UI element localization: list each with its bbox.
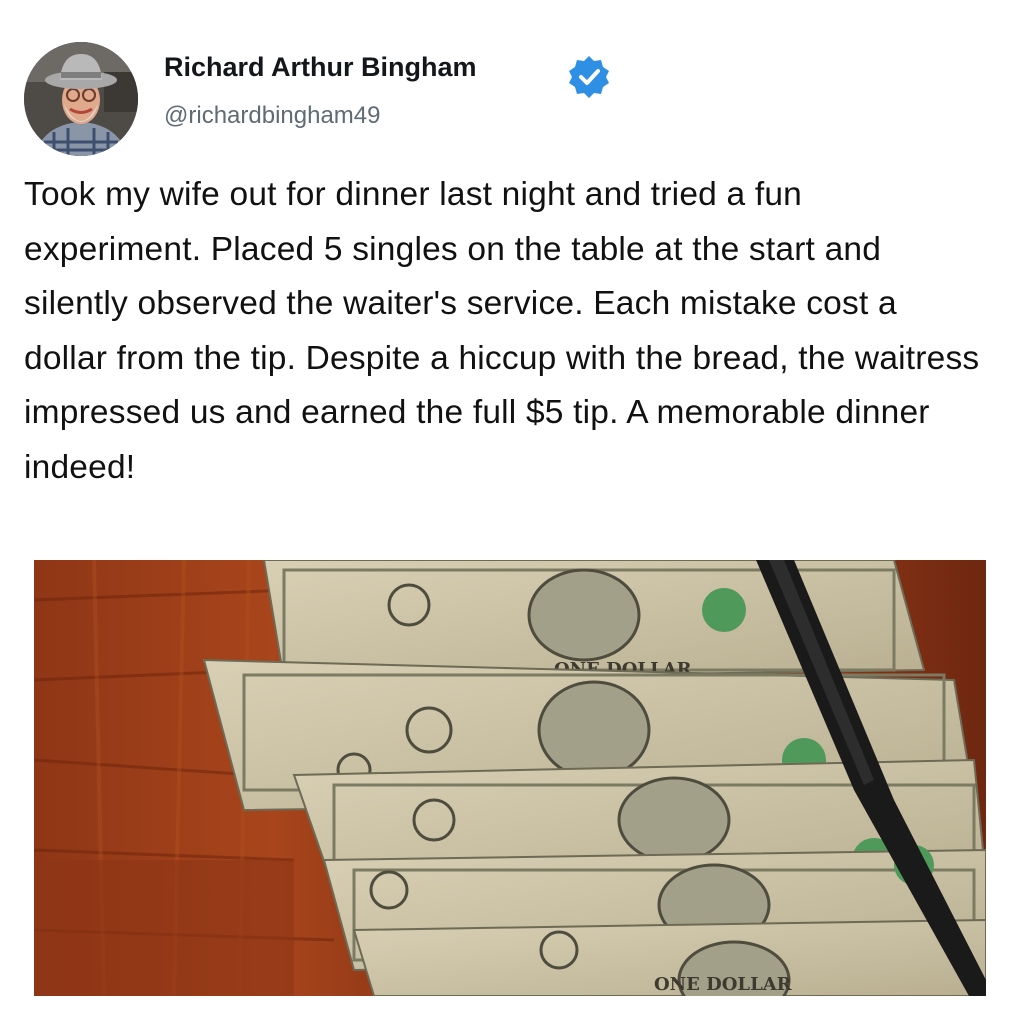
author-handle[interactable]: @richardbingham49 bbox=[164, 102, 380, 130]
tweet-text: Took my wife out for dinner last night a… bbox=[24, 176, 980, 486]
dollar-bills-image: ONE DOLLAR ONE DOLLAR ONE DOLLAR bbox=[34, 560, 986, 996]
author-name[interactable]: Richard Arthur Bingham bbox=[164, 52, 477, 83]
verified-check-icon bbox=[566, 54, 612, 100]
avatar[interactable] bbox=[24, 42, 138, 156]
svg-text:ONE DOLLAR: ONE DOLLAR bbox=[654, 974, 793, 995]
tweet-header: Richard Arthur Bingham @richardbingham49 bbox=[24, 42, 1000, 162]
tweet-photo[interactable]: ONE DOLLAR ONE DOLLAR ONE DOLLAR bbox=[34, 560, 986, 996]
avatar-photo bbox=[24, 42, 138, 156]
